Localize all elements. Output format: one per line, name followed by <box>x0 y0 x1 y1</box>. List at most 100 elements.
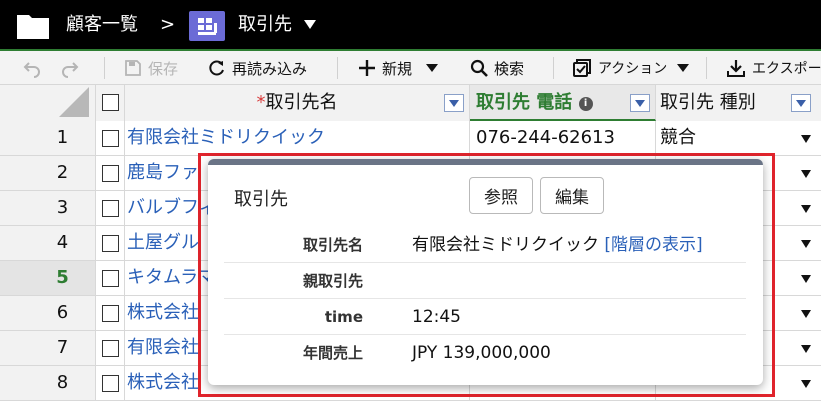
folder-icon <box>17 15 49 39</box>
row-checkbox-cell <box>96 226 125 260</box>
type-dropdown-icon[interactable] <box>801 275 811 283</box>
column-header-phone-label: 取引先 電話 <box>476 92 573 113</box>
row-checkbox[interactable] <box>102 130 119 147</box>
type-cell[interactable]: 競合 <box>656 121 821 155</box>
popover-field-row: 取引先名 有限会社ミドリクイック [階層の表示] <box>224 227 746 263</box>
toolbar-divider <box>706 57 707 79</box>
redo-button[interactable] <box>60 51 80 85</box>
field-label: 年間売上 <box>302 344 363 362</box>
title-bar: 顧客一覧 > 取引先 <box>0 0 821 51</box>
column-header-name[interactable]: *取引先名 <box>125 85 470 121</box>
row-checkbox[interactable] <box>102 270 119 287</box>
popover-field-row: 年間売上 JPY 139,000,000 <box>224 335 746 371</box>
popover-field-row: 親取引先 <box>224 263 746 299</box>
save-button[interactable]: 保存 <box>124 51 178 85</box>
type-dropdown-icon[interactable] <box>801 205 811 213</box>
required-mark: * <box>256 92 266 113</box>
undo-button[interactable] <box>22 51 42 85</box>
save-icon <box>125 60 141 76</box>
row-number[interactable]: 7 <box>0 331 96 365</box>
action-icon <box>573 59 591 77</box>
action-button[interactable]: アクション <box>572 51 690 85</box>
export-button[interactable]: エクスポー <box>726 51 821 85</box>
search-icon <box>470 59 488 77</box>
column-header-type-label: 取引先 種別 <box>660 92 756 113</box>
row-checkbox-cell <box>96 296 125 330</box>
reload-label: 再読み込み <box>232 59 308 78</box>
object-selector-label[interactable]: 取引先 <box>238 14 292 36</box>
toolbar-divider <box>104 57 105 79</box>
action-caret-icon[interactable] <box>677 64 690 72</box>
row-checkbox[interactable] <box>102 340 119 357</box>
view-button[interactable]: 参照 <box>469 177 533 214</box>
column-header-phone[interactable]: 取引先 電話 i <box>470 85 656 121</box>
type-dropdown-icon[interactable] <box>801 345 811 353</box>
field-label: 親取引先 <box>302 272 363 290</box>
field-value: 有限会社ミドリクイック <box>412 235 599 255</box>
field-value: 12:45 <box>412 307 461 327</box>
row-checkbox[interactable] <box>102 375 119 392</box>
field-label: 取引先名 <box>302 236 363 254</box>
row-number[interactable]: 3 <box>0 191 96 225</box>
row-checkbox[interactable] <box>102 305 119 322</box>
action-label: アクション <box>598 61 668 77</box>
type-dropdown-icon[interactable] <box>801 380 811 388</box>
save-label: 保存 <box>148 59 179 78</box>
row-checkbox[interactable] <box>102 200 119 217</box>
select-all-corner[interactable] <box>0 85 96 121</box>
row-number[interactable]: 8 <box>0 366 96 400</box>
phone-cell[interactable]: 076-244-62613 <box>470 121 656 155</box>
redo-icon <box>62 62 79 78</box>
column-header-name-label: 取引先名 <box>265 92 338 113</box>
new-button[interactable]: 新規 <box>358 51 439 85</box>
type-dropdown-icon[interactable] <box>801 310 811 318</box>
row-number[interactable]: 1 <box>0 121 96 155</box>
account-object-icon <box>189 11 225 41</box>
table-row[interactable]: 1 有限会社ミドリクイック 076-244-62613 競合 <box>0 121 821 156</box>
new-caret-icon[interactable] <box>426 64 439 72</box>
search-button[interactable]: 検索 <box>470 51 524 85</box>
record-preview-popover: 取引先 参照 編集 取引先名 有限会社ミドリクイック [階層の表示] 親取引先 … <box>208 159 763 385</box>
field-value: JPY 139,000,000 <box>412 343 551 363</box>
field-label: time <box>324 308 363 326</box>
row-checkbox[interactable] <box>102 165 119 182</box>
account-name-link[interactable]: 有限会社ミドリクイック <box>125 121 470 155</box>
breadcrumb-parent[interactable]: 顧客一覧 <box>66 14 138 36</box>
row-number[interactable]: 5 <box>0 261 96 295</box>
plus-icon <box>359 60 375 76</box>
column-header-type[interactable]: 取引先 種別 <box>656 85 821 121</box>
row-checkbox-cell <box>96 366 125 400</box>
row-number[interactable]: 2 <box>0 156 96 190</box>
reload-button[interactable]: 再読み込み <box>208 51 307 85</box>
column-phone-filter-button[interactable] <box>630 94 650 112</box>
type-dropdown-icon[interactable] <box>801 135 811 143</box>
column-type-filter-button[interactable] <box>791 94 811 112</box>
undo-icon <box>23 62 40 78</box>
search-label: 検索 <box>494 59 525 78</box>
type-value: 競合 <box>660 127 696 148</box>
toolbar-divider <box>553 57 554 79</box>
edit-button[interactable]: 編集 <box>540 177 604 214</box>
type-dropdown-icon[interactable] <box>801 170 811 178</box>
hierarchy-link[interactable]: [階層の表示] <box>604 235 702 255</box>
row-number[interactable]: 6 <box>0 296 96 330</box>
row-checkbox-cell <box>96 191 125 225</box>
toolbar-divider <box>337 57 338 79</box>
row-checkbox-cell <box>96 331 125 365</box>
row-checkbox-cell <box>96 261 125 295</box>
reload-icon <box>209 60 224 76</box>
row-number[interactable]: 4 <box>0 226 96 260</box>
new-label: 新規 <box>382 59 413 78</box>
download-icon <box>727 60 745 77</box>
export-label: エクスポー <box>752 61 821 77</box>
popover-field-row: time 12:45 <box>224 299 746 335</box>
info-icon[interactable]: i <box>578 97 593 111</box>
select-all-checkbox[interactable] <box>102 94 119 111</box>
object-selector-caret-icon[interactable] <box>304 20 316 29</box>
column-name-filter-button[interactable] <box>444 94 464 112</box>
header-checkbox-cell <box>96 85 125 121</box>
breadcrumb-separator: > <box>160 14 176 35</box>
type-dropdown-icon[interactable] <box>801 240 811 248</box>
grid-header: *取引先名 取引先 電話 i 取引先 種別 <box>0 85 821 121</box>
row-checkbox[interactable] <box>102 235 119 252</box>
